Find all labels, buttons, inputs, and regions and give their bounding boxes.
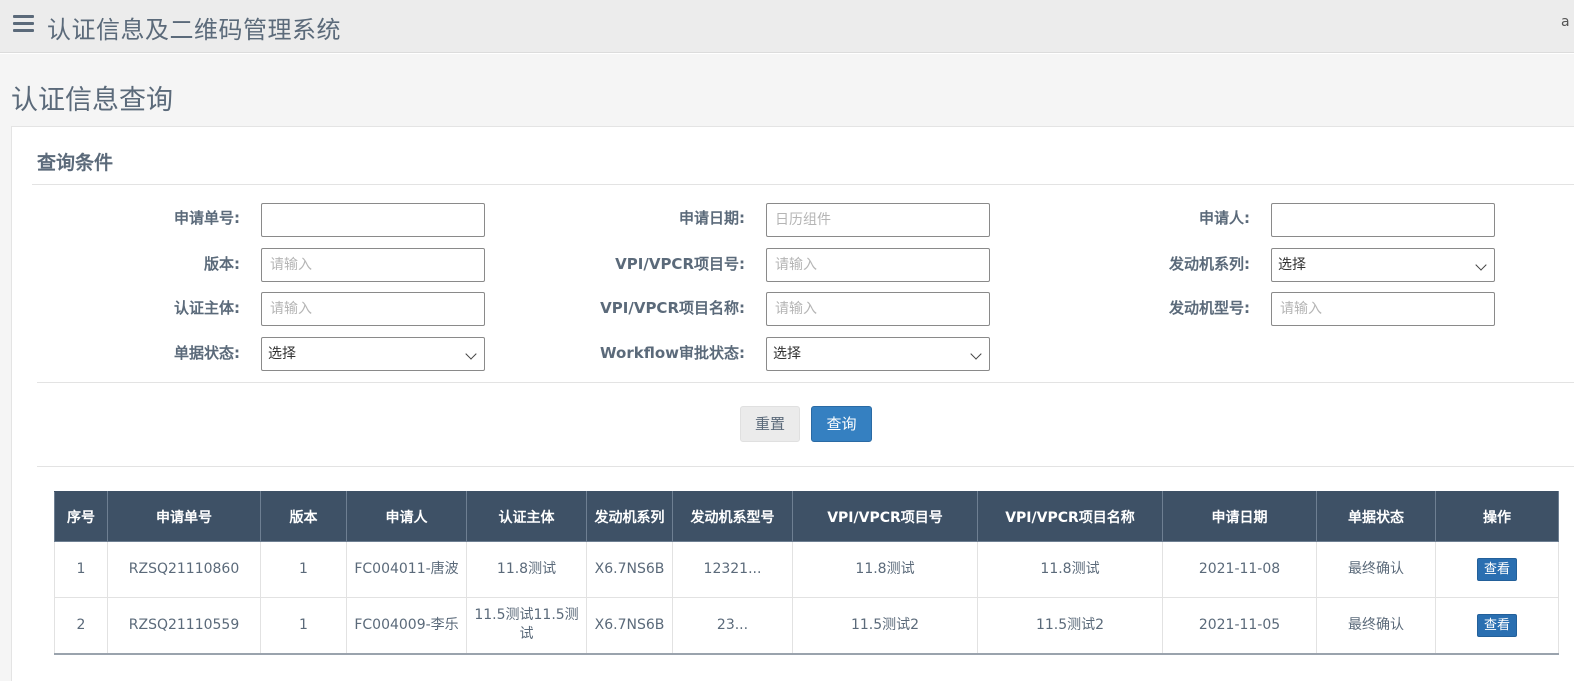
column-header[interactable]: VPI/VPCR项目号 (792, 491, 978, 542)
cell-application-no: RZSQ21110559 (107, 597, 261, 655)
vpi-name-input[interactable] (766, 292, 990, 326)
workflow-status-label: Workflow审批状态: (600, 344, 745, 362)
version-label: 版本: (204, 255, 240, 273)
chevron-down-icon (970, 348, 982, 360)
button-divider (37, 466, 1574, 467)
column-header[interactable]: 申请人 (346, 491, 467, 542)
engine-model-label: 发动机型号: (1169, 299, 1250, 317)
application-date-input[interactable] (766, 203, 990, 237)
applicant-input[interactable] (1271, 203, 1495, 237)
cell-applicant: FC004011-唐波 (346, 541, 467, 598)
cell-version: 1 (260, 541, 347, 598)
header-user-text[interactable]: a (1561, 14, 1570, 30)
app-title: 认证信息及二维码管理系统 (47, 16, 341, 44)
cert-subject-input[interactable] (261, 292, 485, 326)
column-header[interactable]: 单据状态 (1316, 491, 1436, 542)
cell-cert-subject: 11.5测试11.5测试 (466, 597, 587, 655)
cell-index: 2 (54, 597, 108, 655)
top-bar: 认证信息及二维码管理系统 a (0, 0, 1574, 53)
vpi-no-input[interactable] (766, 248, 990, 282)
cell-actions: 查看 (1435, 597, 1559, 655)
workflow-status-select[interactable]: 选择 (766, 337, 990, 371)
table-row[interactable]: 1 RZSQ21110860 1 FC004011-唐波 11.8测试 X6.7… (54, 541, 1559, 598)
view-button[interactable]: 查看 (1477, 558, 1517, 581)
cell-vpi-name: 11.8测试 (977, 541, 1163, 598)
vpi-name-label: VPI/VPCR项目名称: (600, 299, 745, 317)
cell-cert-subject: 11.8测试 (466, 541, 587, 598)
doc-status-label: 单据状态: (174, 344, 240, 362)
cell-application-date: 2021-11-05 (1162, 597, 1317, 655)
application-no-label: 申请单号: (174, 209, 240, 227)
column-header[interactable]: 申请日期 (1162, 491, 1317, 542)
applicant-label: 申请人: (1199, 209, 1250, 227)
column-header: 操作 (1435, 491, 1559, 542)
cell-actions: 查看 (1435, 541, 1559, 598)
doc-status-selected: 选择 (268, 346, 296, 362)
doc-status-select[interactable]: 选择 (261, 337, 485, 371)
application-date-label: 申请日期: (679, 209, 745, 227)
cell-version: 1 (260, 597, 347, 655)
engine-model-input[interactable] (1271, 292, 1495, 326)
cert-subject-label: 认证主体: (174, 299, 240, 317)
column-header[interactable]: 序号 (54, 491, 108, 542)
cell-engine-series: X6.7NS6B (586, 597, 673, 655)
cell-application-no: RZSQ21110860 (107, 541, 261, 598)
section-divider (32, 184, 1574, 185)
column-header[interactable]: 认证主体 (466, 491, 587, 542)
cell-index: 1 (54, 541, 108, 598)
vpi-no-label: VPI/VPCR项目号: (615, 255, 745, 273)
engine-series-label: 发动机系列: (1169, 255, 1250, 273)
table-row[interactable]: 2 RZSQ21110559 1 FC004009-李乐 11.5测试11.5测… (54, 597, 1559, 655)
engine-series-selected: 选择 (1278, 257, 1306, 273)
table-header-row: 序号 申请单号 版本 申请人 认证主体 发动机系列 发动机系型号 VPI/VPC… (54, 491, 1559, 542)
cell-vpi-name: 11.5测试2 (977, 597, 1163, 655)
cell-doc-status: 最终确认 (1316, 541, 1436, 598)
query-section-title: 查询条件 (37, 152, 114, 174)
cell-doc-status: 最终确认 (1316, 597, 1436, 655)
application-no-input[interactable] (261, 203, 485, 237)
cell-vpi-no: 11.5测试2 (792, 597, 978, 655)
page-title: 认证信息查询 (11, 85, 173, 116)
cell-engine-series: X6.7NS6B (586, 541, 673, 598)
cell-application-date: 2021-11-08 (1162, 541, 1317, 598)
column-header[interactable]: 申请单号 (107, 491, 261, 542)
column-header[interactable]: 版本 (260, 491, 347, 542)
hamburger-menu-icon[interactable] (13, 15, 34, 33)
chevron-down-icon (1475, 259, 1487, 271)
column-header[interactable]: VPI/VPCR项目名称 (977, 491, 1163, 542)
column-header[interactable]: 发动机系列 (586, 491, 673, 542)
view-button[interactable]: 查看 (1477, 613, 1517, 637)
form-divider (37, 382, 1574, 383)
engine-series-select[interactable]: 选择 (1271, 248, 1495, 282)
cell-engine-model: 23... (672, 597, 793, 655)
workflow-status-selected: 选择 (773, 346, 801, 362)
version-input[interactable] (261, 248, 485, 282)
reset-button[interactable]: 重置 (740, 406, 800, 442)
cell-applicant: FC004009-李乐 (346, 597, 467, 655)
cell-engine-model: 12321... (672, 541, 793, 598)
column-header[interactable]: 发动机系型号 (672, 491, 793, 542)
results-table: 序号 申请单号 版本 申请人 认证主体 发动机系列 发动机系型号 VPI/VPC… (54, 491, 1559, 655)
cell-vpi-no: 11.8测试 (792, 541, 978, 598)
chevron-down-icon (465, 348, 477, 360)
query-button[interactable]: 查询 (811, 406, 872, 442)
